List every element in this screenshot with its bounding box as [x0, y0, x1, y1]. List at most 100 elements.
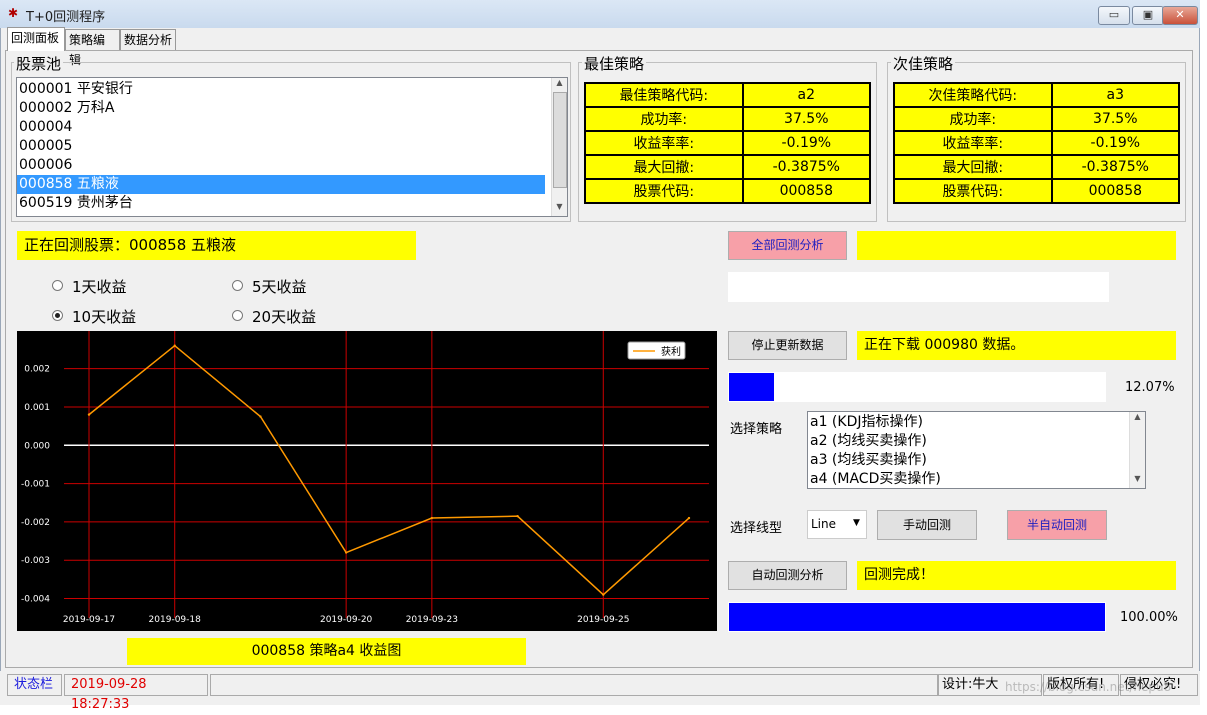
best-strategy-key: 收益率率: — [584, 130, 744, 156]
best-strategy-value: 37.5% — [741, 106, 872, 132]
second-strategy-value: -0.19% — [1050, 130, 1181, 156]
semi-auto-backtest-button[interactable]: 半自动回测 — [1007, 510, 1107, 540]
radio-10day-circle[interactable] — [52, 310, 63, 321]
radio-5day-circle[interactable] — [232, 280, 243, 291]
stock-list-item[interactable]: 000858 五粮液 — [17, 175, 545, 194]
stop-update-button[interactable]: 停止更新数据 — [728, 331, 847, 360]
y-tick-label: 0.002 — [24, 365, 50, 375]
stock-list-item[interactable]: 600519 贵州茅台 — [17, 194, 567, 213]
series-point — [602, 593, 605, 596]
stock-list-scrollbar[interactable]: ▲ ▼ — [551, 78, 567, 216]
strategy-list[interactable]: a1 (KDJ指标操作) a2 (均线买卖操作) a3 (均线买卖操作) a4 (MA… — [807, 411, 1146, 489]
stock-list-item[interactable]: 000002 万科A — [17, 99, 567, 118]
auto-backtest-button[interactable]: 自动回测分析 — [728, 561, 847, 590]
x-tick-label: 2019-09-23 — [406, 615, 458, 625]
strategy-scroll-up-icon[interactable]: ▲ — [1130, 412, 1145, 421]
series-point — [344, 551, 348, 554]
stock-list-item[interactable]: 000001 平安银行 — [17, 80, 567, 99]
select-strategy-label: 选择策略 — [730, 422, 783, 437]
best-strategy-row: 成功率: 37.5% — [584, 106, 872, 132]
strategy-list-item[interactable]: a4 (MACD买卖操作) — [808, 470, 1145, 488]
backtest-progress — [728, 602, 1106, 632]
best-strategy-label: 最佳策略 — [582, 53, 647, 74]
x-tick-label: 2019-09-18 — [149, 615, 202, 625]
second-strategy-key: 次佳策略代码: — [893, 82, 1053, 108]
scroll-up-icon[interactable]: ▲ — [552, 78, 567, 87]
backtest-status: 回测完成！ — [857, 561, 1176, 590]
radio-1day-label: 1天收益 — [72, 278, 127, 296]
best-strategy-row: 最大回撤: -0.3875% — [584, 154, 872, 180]
tab-strategy-edit[interactable]: 策略编辑 — [65, 29, 120, 67]
second-strategy-value: a3 — [1050, 82, 1181, 108]
best-strategy-value: -0.19% — [741, 130, 872, 156]
download-progress-label: 12.07% — [1125, 380, 1175, 395]
radio-20day-circle[interactable] — [232, 310, 243, 321]
strategy-list-item[interactable]: a1 (KDJ指标操作) — [808, 413, 1145, 432]
status-empty-cell — [210, 674, 938, 696]
series-point — [259, 415, 262, 418]
best-strategy-key: 最大回撤: — [584, 154, 744, 180]
legend-label: 获利 — [661, 346, 681, 358]
second-strategy-row: 次佳策略代码: a3 — [893, 82, 1181, 108]
series-point — [173, 344, 176, 347]
y-tick-label: 0.001 — [24, 403, 50, 413]
best-strategy-row: 最佳策略代码: a2 — [584, 82, 872, 108]
radio-20day-label: 20天收益 — [252, 308, 317, 326]
minimize-button[interactable]: ▭ — [1098, 6, 1130, 25]
radio-10day-label: 10天收益 — [72, 308, 137, 326]
backtest-progress-label: 100.00% — [1120, 610, 1178, 625]
profit-chart: 0.002 0.001 0.000 -0.001 -0.002 -0.003 -0.004 2… — [17, 331, 717, 631]
second-strategy-row: 收益率率: -0.19% — [893, 130, 1181, 156]
best-strategy-key: 股票代码: — [584, 178, 744, 204]
status-bar-label: 状态栏 — [7, 674, 62, 696]
strategy-list-item[interactable]: a2 (均线买卖操作) — [808, 432, 1145, 451]
scroll-thumb[interactable] — [553, 92, 567, 188]
line-type-select[interactable]: Line ▼ — [807, 510, 867, 539]
best-strategy-value: a2 — [741, 82, 872, 108]
tab-data-analysis[interactable]: 数据分析 — [120, 29, 176, 50]
y-tick-label: -0.002 — [21, 518, 50, 528]
info-text-box — [728, 272, 1109, 302]
manual-backtest-button[interactable]: 手动回测 — [877, 510, 977, 540]
second-strategy-row: 最大回撤: -0.3875% — [893, 154, 1181, 180]
best-strategy-key: 最佳策略代码: — [584, 82, 744, 108]
dropdown-arrow-icon[interactable]: ▼ — [853, 518, 860, 528]
strategy-list-scrollbar[interactable]: ▲ ▼ — [1129, 412, 1145, 488]
radio-1day-circle[interactable] — [52, 280, 63, 291]
best-strategy-value: 000858 — [741, 178, 872, 204]
window-title: T+0回测程序 — [26, 10, 106, 25]
strategy-list-item[interactable]: a3 (均线买卖操作) — [808, 451, 1145, 470]
series-point — [87, 413, 91, 416]
x-tick-label: 2019-09-20 — [320, 615, 373, 625]
y-tick-label: -0.003 — [21, 556, 50, 566]
second-strategy-key: 最大回撤: — [893, 154, 1053, 180]
stock-pool-label: 股票池 — [14, 53, 64, 74]
all-backtest-button[interactable]: 全部回测分析 — [728, 231, 847, 260]
second-strategy-value: 000858 — [1050, 178, 1181, 204]
x-tick-label: 2019-09-17 — [63, 615, 115, 625]
stock-list-item[interactable]: 000006 — [17, 156, 567, 175]
scroll-down-icon[interactable]: ▼ — [552, 202, 567, 211]
second-strategy-key: 收益率率: — [893, 130, 1053, 156]
maximize-button[interactable]: ▣ — [1132, 6, 1164, 25]
stock-list-item[interactable]: 000005 — [17, 137, 567, 156]
stock-list-item[interactable]: 000004 — [17, 118, 567, 137]
radio-5day-label: 5天收益 — [252, 278, 307, 296]
second-strategy-row: 股票代码: 000858 — [893, 178, 1181, 204]
download-progress-fill — [729, 373, 775, 401]
best-strategy-row: 股票代码: 000858 — [584, 178, 872, 204]
stock-pool-list[interactable]: 000001 平安银行 000002 万科A 000004 000005 000006 0… — [16, 77, 568, 217]
y-tick-label: -0.001 — [21, 480, 50, 490]
backtest-progress-fill — [729, 603, 1105, 631]
chart-caption: 000858 策略a4 收益图 — [127, 638, 526, 665]
second-strategy-label: 次佳策略 — [891, 53, 956, 74]
strategy-scroll-down-icon[interactable]: ▼ — [1130, 474, 1145, 483]
best-strategy-value: -0.3875% — [741, 154, 872, 180]
second-strategy-table: 次佳策略代码: a3 成功率: 37.5% 收益率率: -0.19% 最大回撤: -0.387… — [893, 82, 1181, 204]
profit-chart-svg: 0.002 0.001 0.000 -0.001 -0.002 -0.003 -0.004 2… — [21, 331, 709, 625]
best-strategy-key: 成功率: — [584, 106, 744, 132]
close-button[interactable]: ✕ — [1162, 6, 1198, 25]
title-bar — [0, 0, 1200, 28]
tab-backtest-panel[interactable]: 回测面板 — [7, 27, 65, 51]
series-point — [430, 516, 434, 520]
